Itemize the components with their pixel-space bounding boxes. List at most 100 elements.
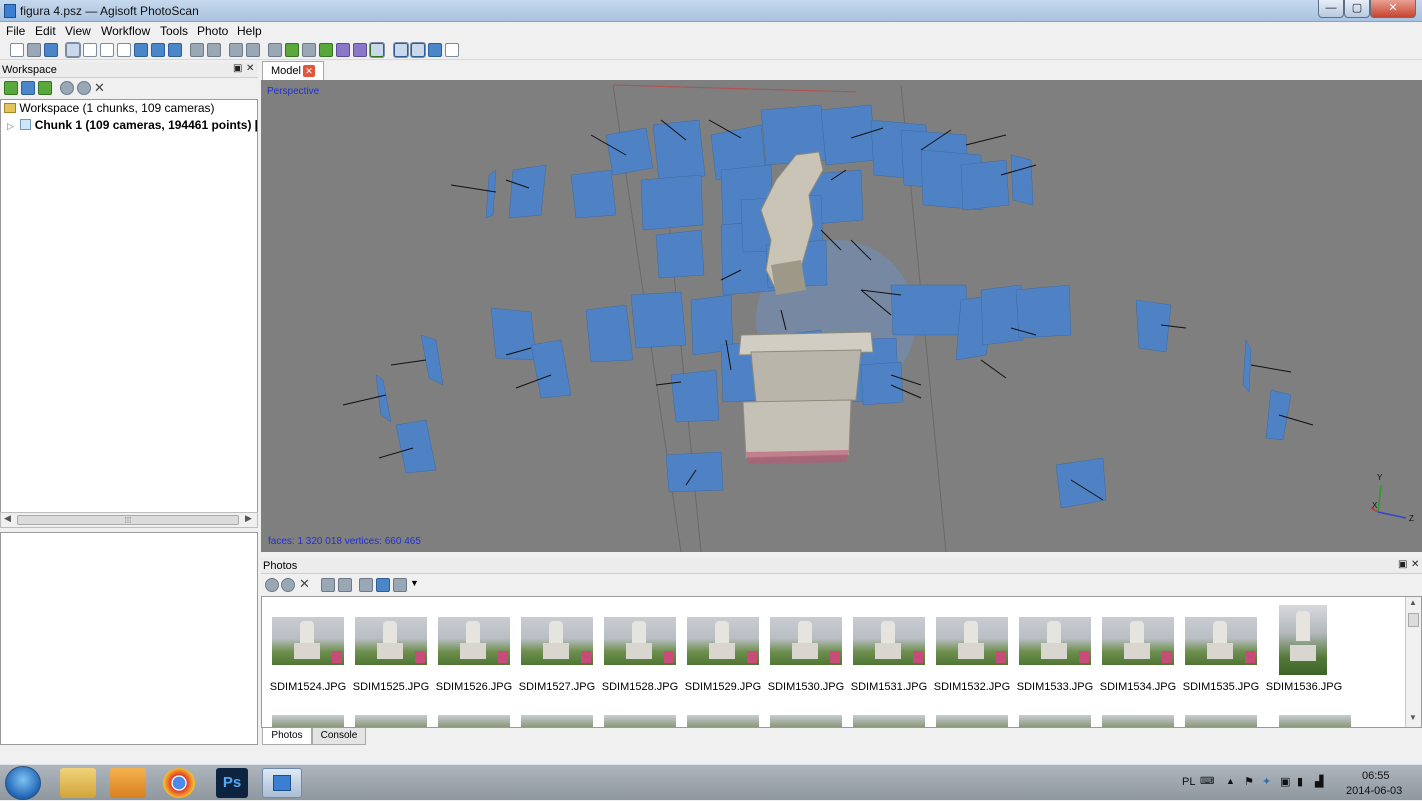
photos-vertical-scrollbar[interactable]: ▲ ▼ [1405,597,1421,727]
photo-thumbnail[interactable] [936,617,1008,665]
save-icon[interactable] [44,43,58,57]
tab-console[interactable]: Console [312,728,366,745]
minimize-button[interactable]: — [1318,0,1344,18]
photo-thumbnail[interactable] [1185,617,1257,665]
add-chunk-icon[interactable] [4,81,18,95]
reset-view-icon[interactable] [445,43,459,57]
photo-thumbnail[interactable] [687,715,759,727]
circle-selection-icon[interactable] [100,43,114,57]
tab-photos[interactable]: Photos [262,728,312,745]
dropbox-icon[interactable]: ✦ [1262,775,1271,788]
wireframe-icon[interactable] [302,43,316,57]
photo-thumbnail[interactable] [521,617,593,665]
menu-file[interactable]: File [6,24,25,38]
tree-item-chunk-1[interactable]: ▷ Chunk 1 (109 cameras, 194461 points) [… [7,118,257,134]
tree-root-workspace[interactable]: Workspace (1 chunks, 109 cameras) [4,101,215,117]
photo-thumbnail[interactable] [355,617,427,665]
textured-icon[interactable] [369,42,385,58]
keyboard-icon[interactable]: ⌨ [1200,776,1214,787]
photo-thumbnail[interactable] [853,617,925,665]
photo-thumbnail[interactable] [438,715,510,727]
show-cameras-icon[interactable] [393,42,409,58]
photo-thumbnail[interactable] [355,715,427,727]
delete-selection-icon[interactable] [190,43,204,57]
shaded-icon[interactable] [319,43,333,57]
photo-thumbnail[interactable] [1279,605,1327,675]
battery-icon[interactable]: ▮ [1297,775,1303,788]
connectivity-icon[interactable]: ▣ [1280,775,1290,788]
photo-thumbnail[interactable] [272,617,344,665]
menu-photo[interactable]: Photo [197,24,228,38]
add-photos-icon[interactable] [21,81,35,95]
rectangle-selection-icon[interactable] [83,43,97,57]
enable-icon[interactable] [60,81,74,95]
photo-thumbnail[interactable] [1102,715,1174,727]
scrollbar-thumb[interactable] [1408,613,1419,627]
photo-thumbnail[interactable] [1019,617,1091,665]
view-mode-icon[interactable] [393,578,407,592]
scrollbar-thumb[interactable]: ⁞⁞⁞ [17,515,239,525]
signal-strength-icon[interactable]: ▟ [1315,775,1323,788]
menu-workflow[interactable]: Workflow [101,24,150,38]
resize-region-icon[interactable] [151,43,165,57]
language-indicator[interactable]: PL [1182,776,1195,788]
crop-selection-icon[interactable] [207,43,221,57]
menu-help[interactable]: Help [237,24,262,38]
action-center-flag-icon[interactable]: ⚑ [1244,775,1254,788]
photo-thumbnail[interactable] [1019,715,1091,727]
photo-thumbnail[interactable] [521,715,593,727]
scroll-down-icon[interactable]: ▼ [1409,713,1417,722]
photo-thumbnail[interactable] [1185,715,1257,727]
enable-camera-icon[interactable] [265,578,279,592]
disable-icon[interactable] [77,81,91,95]
scroll-right-icon[interactable]: ▶ [245,513,252,524]
tab-model[interactable]: Model ✕ [262,61,324,80]
rotate-right-icon[interactable] [338,578,352,592]
textured-model-icon[interactable] [353,43,367,57]
menu-view[interactable]: View [65,24,91,38]
rotate-left-icon[interactable] [321,578,335,592]
menu-tools[interactable]: Tools [160,24,188,38]
photoscan-taskbar-icon[interactable] [262,768,302,798]
show-region-icon[interactable] [410,42,426,58]
filter-by-selection-icon[interactable] [376,578,390,592]
explorer-icon[interactable] [60,768,96,798]
photo-thumbnail[interactable] [604,617,676,665]
scroll-left-icon[interactable]: ◀ [4,513,11,524]
solid-icon[interactable] [336,43,350,57]
show-hidden-icons-icon[interactable]: ▲ [1226,776,1235,786]
view-mode-dropdown-icon[interactable]: ▼ [410,578,419,588]
maximize-button[interactable]: ▢ [1344,0,1370,18]
photo-thumbnail[interactable] [853,715,925,727]
photoshop-icon[interactable]: Ps [216,768,248,798]
photo-thumbnail[interactable] [687,617,759,665]
show-trackball-icon[interactable] [428,43,442,57]
menu-edit[interactable]: Edit [35,24,56,38]
free-form-selection-icon[interactable] [117,43,131,57]
workspace-float-icon[interactable]: ▣ [233,63,242,74]
start-button[interactable] [5,766,41,800]
photo-thumbnail[interactable] [936,715,1008,727]
dense-cloud-icon[interactable] [285,43,299,57]
disable-camera-icon[interactable] [281,578,295,592]
point-cloud-icon[interactable] [268,43,282,57]
scroll-up-icon[interactable]: ▲ [1409,598,1417,607]
photo-thumbnail[interactable] [272,715,344,727]
photo-thumbnail[interactable] [604,715,676,727]
chrome-icon[interactable] [163,768,195,798]
add-folder-icon[interactable] [38,81,52,95]
photo-thumbnail[interactable] [1279,715,1351,727]
reset-filter-icon[interactable] [359,578,373,592]
rotate-region-icon[interactable] [168,43,182,57]
expand-arrow-icon[interactable]: ▷ [7,121,14,132]
photo-thumbnail[interactable] [1102,617,1174,665]
clock-date[interactable]: 2014-06-03 [1346,785,1402,797]
new-icon[interactable] [10,43,24,57]
photos-float-icon[interactable]: ▣ [1398,559,1407,570]
photo-thumbnail[interactable] [438,617,510,665]
photo-thumbnail[interactable] [770,617,842,665]
open-icon[interactable] [27,43,41,57]
remove-icon[interactable]: ✕ [94,80,105,96]
workspace-close-icon[interactable]: ✕ [246,63,254,74]
clock-time[interactable]: 06:55 [1362,770,1390,782]
